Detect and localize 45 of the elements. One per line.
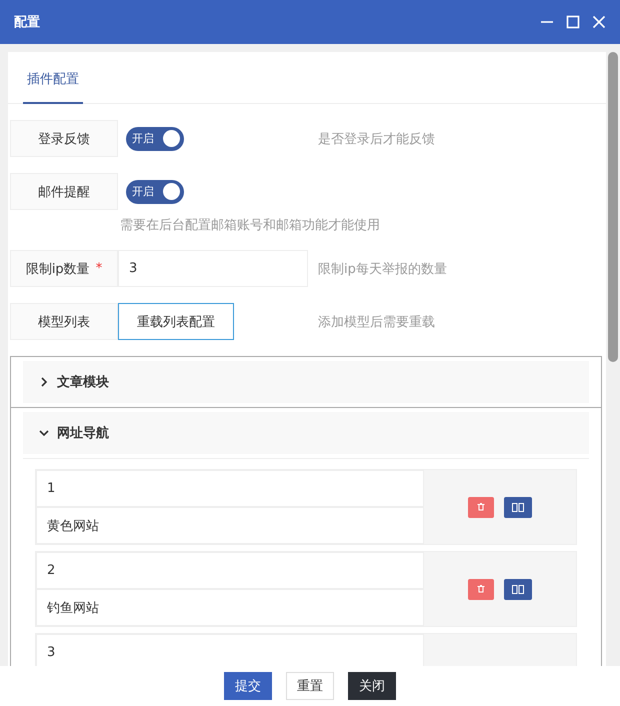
index-text: 1 — [47, 481, 56, 496]
label-text: 登录反馈 — [38, 130, 90, 148]
name-field[interactable]: 黄色网站 — [36, 507, 424, 544]
hint-text: 是否登录后才能反馈 — [318, 130, 435, 148]
panel-title: 网址导航 — [57, 424, 109, 442]
delete-button[interactable] — [468, 578, 494, 600]
panel-header[interactable]: 网址导航 — [23, 412, 589, 454]
input-field[interactable]: 3 — [118, 250, 308, 287]
name-field[interactable]: 钓鱼网站 — [36, 589, 424, 626]
maximize-icon[interactable] — [566, 15, 580, 29]
toggle-switch[interactable]: 开启 — [126, 180, 184, 204]
footer-button[interactable]: 关闭 — [348, 672, 396, 700]
trash-icon — [477, 585, 485, 593]
footer-button[interactable]: 重置 — [286, 672, 334, 700]
columns-button[interactable] — [504, 578, 532, 600]
hint-text: 限制ip每天举报的数量 — [318, 260, 447, 278]
delete-button[interactable] — [468, 496, 494, 518]
label-text: 模型列表 — [38, 314, 90, 330]
name-text: 钓鱼网站 — [47, 600, 99, 616]
name-text: 黄色网站 — [47, 518, 99, 534]
columns-button[interactable] — [504, 496, 532, 518]
window-title: 配置 — [14, 14, 40, 31]
columns-icon — [512, 502, 524, 512]
trash-icon — [477, 503, 485, 511]
close-icon[interactable] — [592, 15, 606, 29]
footer-button[interactable]: 提交 — [224, 672, 272, 700]
required-mark: * — [96, 261, 102, 276]
chevron-icon — [39, 428, 49, 438]
label-text: 邮件提醒 — [38, 184, 90, 200]
chevron-icon — [39, 377, 49, 387]
index-text: 2 — [47, 563, 56, 578]
reload-button[interactable]: 重载列表配置 — [118, 303, 234, 340]
index-text: 3 — [47, 645, 56, 660]
label-text: 限制ip数量 — [26, 260, 90, 278]
index-field[interactable]: 3 — [36, 634, 424, 666]
panel-header[interactable]: 文章模块 — [23, 361, 589, 403]
toggle-switch[interactable]: 开启 — [126, 126, 184, 150]
columns-icon — [512, 584, 524, 594]
panel-title: 文章模块 — [57, 374, 109, 391]
hint-text: 需要在后台配置邮箱账号和邮箱功能才能使用 — [120, 217, 381, 234]
index-field[interactable]: 2 — [36, 552, 424, 589]
tab[interactable]: 插件配置 — [23, 52, 83, 104]
hint-text: 添加模型后需要重载 — [318, 314, 435, 330]
scroll-thumb[interactable] — [608, 52, 618, 362]
index-field[interactable]: 1 — [36, 470, 424, 507]
